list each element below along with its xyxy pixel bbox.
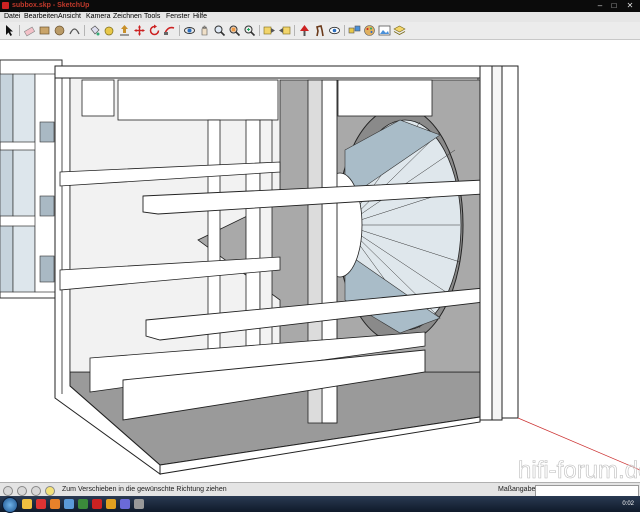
sketchup-taskbar-icon[interactable]	[92, 499, 102, 509]
toolbar-separator	[294, 25, 295, 36]
app-taskbar-icon[interactable]	[106, 499, 116, 509]
start-button[interactable]	[2, 497, 18, 513]
toolbar-separator	[19, 25, 20, 36]
box-top-panel	[54, 65, 501, 79]
select-arrow-icon[interactable]	[3, 24, 16, 37]
arc-icon[interactable]	[68, 24, 81, 37]
rotate-icon[interactable]	[148, 24, 161, 37]
follow-me-icon[interactable]	[163, 24, 176, 37]
sketchup-app-icon[interactable]	[2, 2, 9, 9]
help-icon[interactable]	[31, 486, 41, 496]
toolbar-separator	[344, 25, 345, 36]
previous-view-icon[interactable]	[263, 24, 276, 37]
menu-fenster[interactable]: Fenster	[166, 12, 190, 22]
app-taskbar-icon[interactable]	[134, 499, 144, 509]
paint-bucket-icon[interactable]	[88, 24, 101, 37]
windows-taskbar: 0:02	[0, 496, 640, 513]
drawing-viewport[interactable]: hifi-forum.de	[0, 40, 640, 482]
position-camera-icon[interactable]	[298, 24, 311, 37]
background-shelf	[0, 59, 63, 299]
circle-icon[interactable]	[53, 24, 66, 37]
orbit-icon[interactable]	[183, 24, 196, 37]
close-icon[interactable]: ✕	[624, 1, 636, 10]
opera-taskbar-icon[interactable]	[36, 499, 46, 509]
title-bar: subbox.skp - SketchUp – □ ✕	[0, 0, 640, 12]
menu-ansicht[interactable]: Ansicht	[58, 12, 81, 22]
toolbar-separator	[84, 25, 85, 36]
subwoofer-box-model: hifi-forum.de	[0, 59, 640, 482]
menu-bar: Datei Bearbeiten Ansicht Kamera Zeichnen…	[0, 12, 640, 22]
status-bar: Zum Verschieben in die gewünschte Richtu…	[0, 482, 640, 497]
menu-kamera[interactable]: Kamera	[86, 12, 111, 22]
watermark: hifi-forum.de	[518, 457, 640, 482]
minimize-icon[interactable]: –	[594, 1, 606, 10]
maximize-icon[interactable]: □	[608, 1, 620, 10]
status-hint: Zum Verschieben in die gewünschte Richtu…	[62, 486, 227, 493]
taskbar-clock: 0:02	[622, 501, 634, 507]
toolbar-separator	[179, 25, 180, 36]
menu-bearbeiten[interactable]: Bearbeiten	[24, 12, 58, 22]
app-taskbar-icon[interactable]	[64, 499, 74, 509]
firefox-taskbar-icon[interactable]	[50, 499, 60, 509]
zoom-icon[interactable]	[213, 24, 226, 37]
instructor-icon[interactable]	[45, 486, 55, 496]
rectangle-icon[interactable]	[38, 24, 51, 37]
explorer-taskbar-icon[interactable]	[22, 499, 32, 509]
layers-icon[interactable]	[393, 24, 406, 37]
window-title: subbox.skp - SketchUp	[12, 2, 90, 9]
toolbar-separator	[259, 25, 260, 36]
next-view-icon[interactable]	[278, 24, 291, 37]
zoom-extents-icon[interactable]	[243, 24, 256, 37]
components-icon[interactable]	[348, 24, 361, 37]
pan-icon[interactable]	[198, 24, 211, 37]
walk-icon[interactable]	[313, 24, 326, 37]
eraser-icon[interactable]	[23, 24, 36, 37]
menu-tools[interactable]: Tools	[144, 12, 160, 22]
menu-zeichnen[interactable]: Zeichnen	[113, 12, 142, 22]
measurements-label: Maßangaben	[498, 486, 540, 493]
menu-hilfe[interactable]: Hilfe	[193, 12, 207, 22]
credits-icon[interactable]	[17, 486, 27, 496]
scenes-icon[interactable]	[378, 24, 391, 37]
menu-datei[interactable]: Datei	[4, 12, 20, 22]
main-toolbar	[0, 22, 640, 40]
zoom-window-icon[interactable]	[228, 24, 241, 37]
push-pull-icon[interactable]	[118, 24, 131, 37]
materials-icon[interactable]	[363, 24, 376, 37]
geo-location-icon[interactable]	[3, 486, 13, 496]
app-taskbar-icon[interactable]	[78, 499, 88, 509]
tape-measure-icon[interactable]	[103, 24, 116, 37]
move-icon[interactable]	[133, 24, 146, 37]
look-around-icon[interactable]	[328, 24, 341, 37]
app-taskbar-icon[interactable]	[120, 499, 130, 509]
